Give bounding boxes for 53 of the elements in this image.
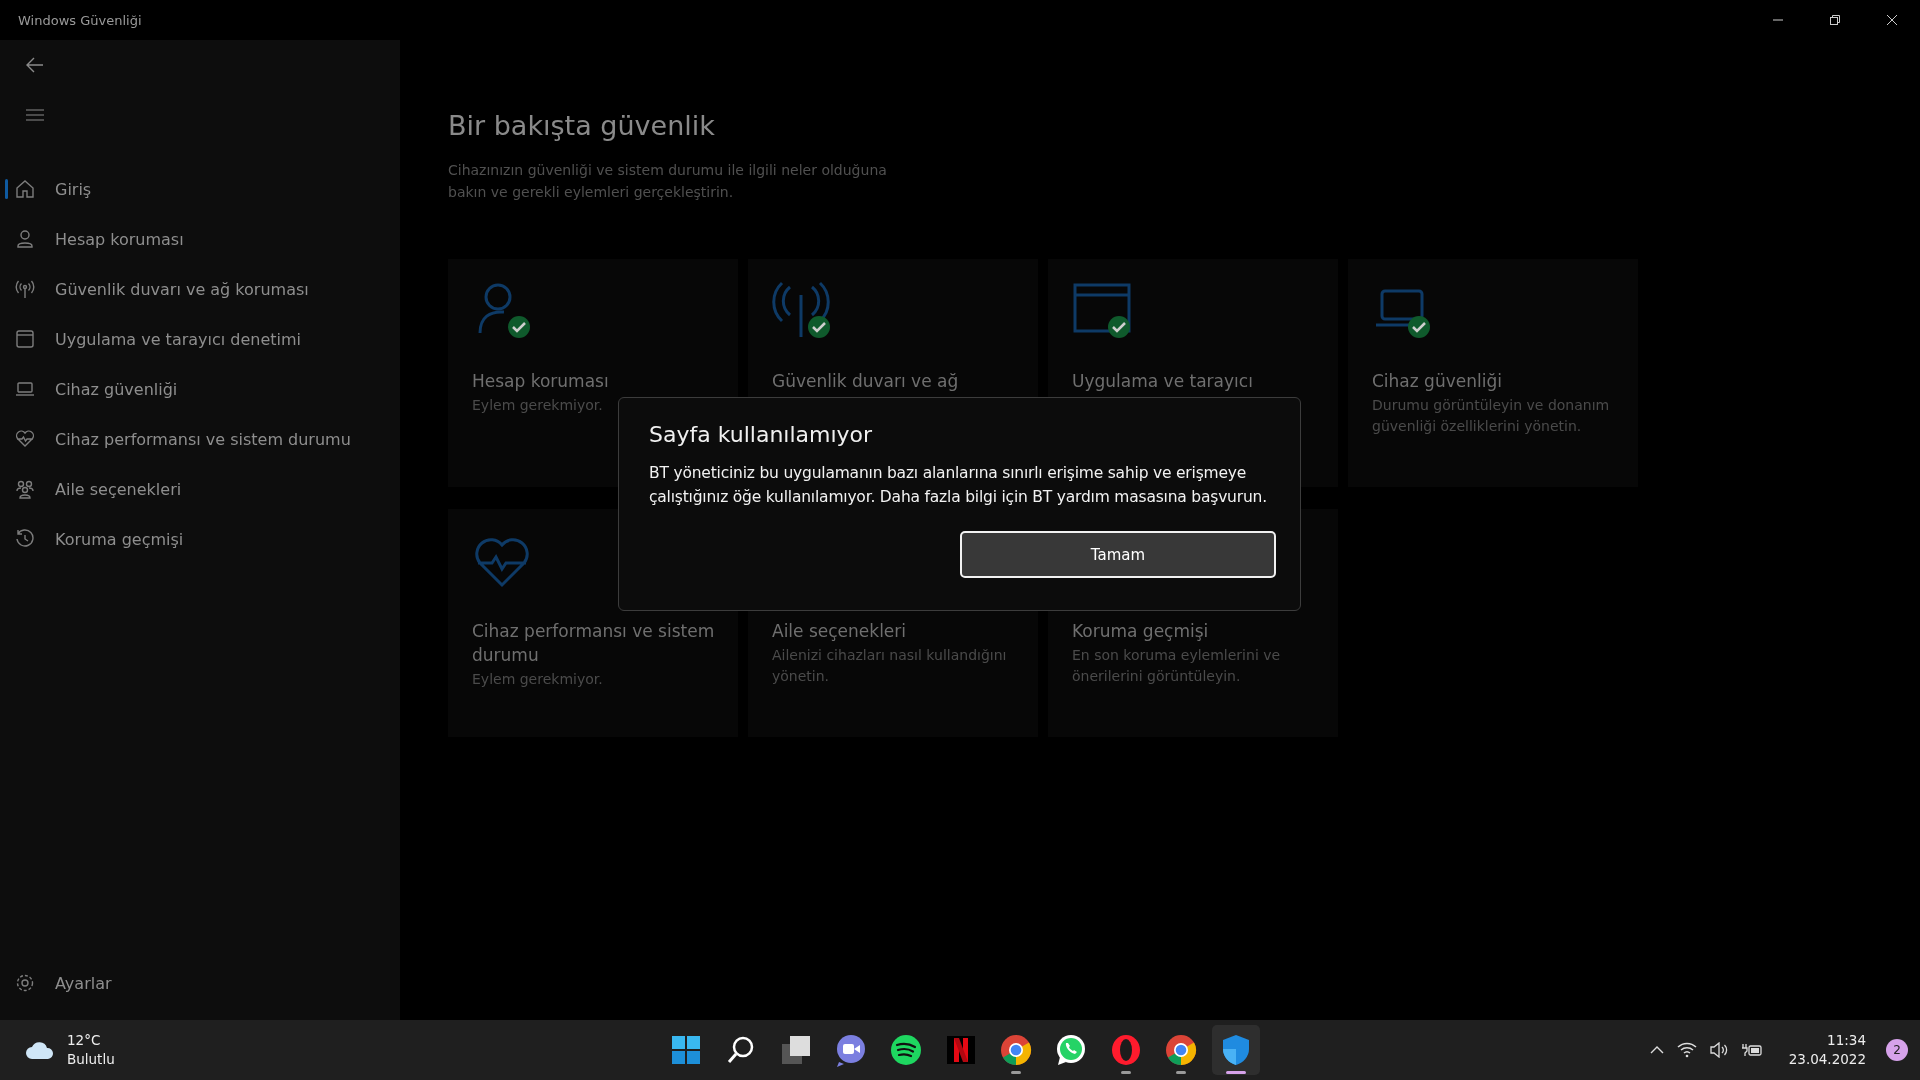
card-title: Aile seçenekleri [772, 620, 908, 643]
sidebar-item[interactable]: Cihaz performansı ve sistem durumu [0, 414, 400, 464]
restore-icon [1828, 14, 1841, 26]
clock[interactable]: 11:34 23.04.2022 [1788, 1031, 1866, 1069]
close-icon [1885, 14, 1898, 26]
weather-condition: Bulutlu [67, 1050, 115, 1069]
card-description: Durumu görüntüleyin ve donanım güvenliği özelliklerini yönetin. [1372, 396, 1611, 436]
card-description: Eylem gerekmiyor. [472, 396, 604, 415]
person-icon [15, 229, 35, 249]
battery-charging-icon[interactable] [1740, 1042, 1763, 1058]
sidebar-item[interactable]: Giriş [0, 164, 400, 214]
volume-icon[interactable] [1708, 1042, 1729, 1058]
taskbar-app-button[interactable] [1212, 1025, 1260, 1075]
browser-icon [998, 1032, 1034, 1068]
card-description: En son koruma eylemlerini ve önerilerini görüntüleyin. [1072, 646, 1282, 686]
sidebar-item[interactable]: Uygulama ve tarayıcı denetimi [0, 314, 400, 364]
back-arrow-icon [25, 55, 45, 75]
antenna-icon [15, 279, 35, 299]
card-title: Uygulama ve tarayıcı [1072, 370, 1254, 393]
sidebar-item[interactable]: Hesap koruması [0, 214, 400, 264]
card-description: Eylem gerekmiyor. [472, 670, 604, 689]
card-description: Ailenizi cihazları nasıl kullandığını yönetin. [772, 646, 1008, 686]
heart-icon [15, 429, 35, 449]
wifi-icon[interactable] [1676, 1042, 1697, 1058]
antenna-check-icon [772, 281, 832, 341]
temperature: 12°C [67, 1031, 102, 1050]
cloud-icon [25, 1039, 55, 1061]
sidebar-item[interactable]: Koruma geçmişi [0, 514, 400, 564]
card-title: Koruma geçmişi [1072, 620, 1210, 643]
ok-button[interactable]: Tamam [960, 531, 1276, 578]
settings-item[interactable]: Ayarlar [0, 958, 400, 1008]
page-description: Cihazınızın güvenliği ve sistem durumu ile ilgili neler olduğuna bakın ve gerekli eylemleri gerçekleştirin. [448, 161, 888, 202]
window-title: Windows Güvenliği [18, 12, 142, 28]
sidebar-item[interactable]: Cihaz güvenliği [0, 364, 400, 414]
family-icon [15, 479, 35, 499]
card-title: Hesap koruması [472, 370, 610, 393]
card-title: Cihaz güvenliği [1372, 370, 1503, 393]
dialog-title: Sayfa kullanılamıyor [649, 422, 874, 447]
card-title: Cihaz performansı ve sistem durumu [472, 620, 716, 667]
window-check-icon [1072, 281, 1132, 341]
dialog-message: BT yöneticiniz bu uygulamanın bazı alanlarına sınırlı erişime sahip ve erişmeye çalıştığınız öğe kullanılamıyor. Daha fazla bilgi için BT yardım masasına başvurun. [649, 463, 1268, 508]
notification-badge[interactable]: 2 [1886, 1039, 1908, 1061]
sidebar-item[interactable]: Aile seçenekleri [0, 464, 400, 514]
sidebar-item[interactable]: Güvenlik duvarı ve ağ koruması [0, 264, 400, 314]
music-waves-icon [888, 1032, 924, 1068]
laptop-icon [15, 379, 35, 399]
card-title: Güvenlik duvarı ve ağ [772, 370, 960, 393]
home-icon [15, 179, 35, 199]
browser-icon [1163, 1032, 1199, 1068]
page-title: Bir bakışta güvenlik [448, 110, 716, 141]
history-icon [15, 529, 35, 549]
settings-icon [15, 973, 35, 993]
window-icon [15, 329, 35, 349]
